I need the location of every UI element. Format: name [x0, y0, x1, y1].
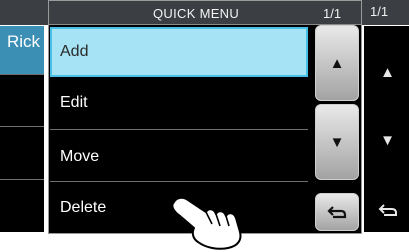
background-back-button[interactable] — [366, 194, 409, 226]
triangle-down-icon: ▼ — [380, 131, 395, 149]
return-icon — [378, 204, 397, 216]
menu-item-edit[interactable]: Edit — [50, 77, 308, 130]
scroll-up-button[interactable]: ▲ — [315, 25, 359, 101]
menu-item-label: Add — [60, 43, 89, 60]
background-list-item-label: Rick — [7, 32, 41, 51]
background-list-item[interactable] — [0, 127, 44, 180]
quick-menu-header: QUICK MENU 1/1 — [49, 1, 361, 25]
background-scroll-up-button[interactable]: ▲ — [366, 42, 409, 102]
menu-item-move[interactable]: Move — [50, 130, 308, 182]
menu-item-label: Move — [60, 148, 100, 165]
triangle-down-icon: ▼ — [329, 133, 345, 151]
menu-item-label: Edit — [60, 94, 88, 111]
triangle-up-icon: ▲ — [329, 54, 345, 72]
background-scroll-panel: ▲ ▼ — [364, 26, 409, 232]
touch-screen: 1/1 Rick ▲ ▼ QUICK MENU 1/1 Add Edit Mov… — [0, 0, 409, 252]
quick-menu-page-indicator: 1/1 — [323, 6, 342, 21]
scroll-down-button[interactable]: ▼ — [315, 104, 359, 180]
background-page-indicator: 1/1 — [370, 4, 389, 19]
background-list-item[interactable] — [0, 180, 44, 232]
background-scroll-down-button[interactable]: ▼ — [366, 110, 409, 170]
background-list: Rick — [0, 26, 44, 232]
menu-item-label: Delete — [60, 199, 107, 216]
return-icon — [327, 206, 347, 219]
back-button[interactable] — [315, 193, 359, 231]
menu-item-add[interactable]: Add — [50, 27, 308, 77]
background-list-item[interactable]: Rick — [0, 26, 44, 75]
background-list-item[interactable] — [0, 75, 44, 127]
touch-hand-icon — [171, 196, 242, 250]
quick-menu-title: QUICK MENU — [153, 6, 240, 21]
triangle-up-icon: ▲ — [380, 63, 395, 81]
quick-menu-scroll-panel: ▲ ▼ — [313, 25, 361, 233]
